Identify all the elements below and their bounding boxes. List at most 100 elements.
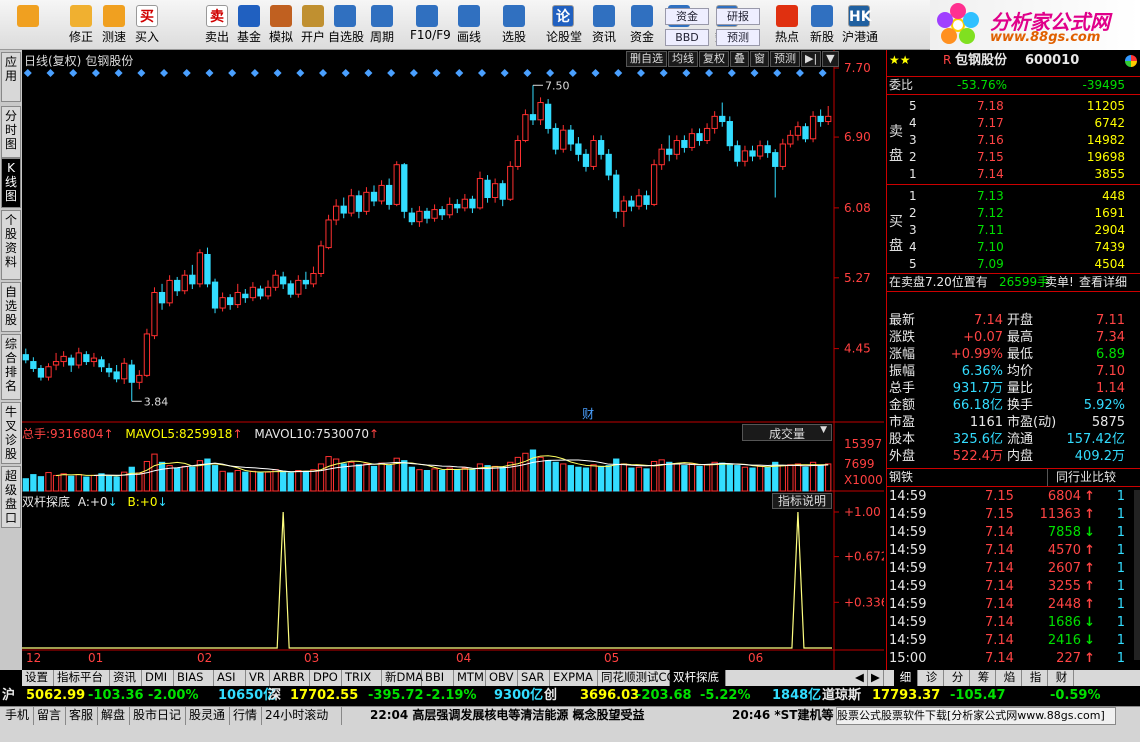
ask-level[interactable]: 3 7.16 14982 (887, 132, 1140, 149)
indicator-tab-11[interactable]: BBI (422, 670, 454, 686)
toolbar-screen-button[interactable]: 选股 (497, 3, 531, 47)
indicator-help-button[interactable]: 指标说明 (772, 493, 832, 509)
left-tab-0[interactable]: 应用 (1, 52, 21, 102)
quote-scrollbar[interactable] (1134, 490, 1140, 660)
toolbar-research-link[interactable]: 研报 (716, 8, 760, 25)
kline-chart-area[interactable]: 7.70 6.90 6.08 5.27 4.45 7.50 3.84 财 15397 7699 X1… (22, 50, 884, 670)
status-button-5[interactable]: 股灵通 (186, 707, 230, 725)
status-button-3[interactable]: 解盘 (98, 707, 130, 725)
toolbar-back-arrow-button[interactable] (6, 3, 50, 47)
bid-level[interactable]: 2 7.12 1691 (887, 205, 1140, 222)
status-button-0[interactable]: 手机 (2, 707, 34, 725)
left-tab-1[interactable]: 分时图 (1, 106, 21, 158)
status-button-4[interactable]: 股市日记 (130, 707, 186, 725)
status-button-1[interactable]: 留言 (34, 707, 66, 725)
toolbar-clock-button[interactable]: 周期 (365, 3, 399, 47)
toolbar-bbd-link[interactable]: BBD (665, 29, 709, 46)
toolbar-fire-button[interactable]: 热点 (770, 3, 804, 47)
collapse-icon[interactable]: ▶| (801, 51, 822, 67)
indicator-tab-0[interactable]: 设置 (22, 670, 54, 686)
bid-level[interactable]: 3 7.11 2904 (887, 222, 1140, 239)
tabs-left-arrow-icon[interactable]: ◀ (852, 670, 868, 686)
detail-tab-4[interactable]: 焰 (998, 670, 1022, 686)
left-tab-6[interactable]: 牛叉诊股 (1, 402, 21, 464)
ask-level[interactable]: 1 7.14 3855 (887, 166, 1140, 183)
toolbar-pencil-button[interactable]: 画线 (452, 3, 486, 47)
left-tab-7[interactable]: 超级盘口 (1, 466, 21, 528)
left-tab-3[interactable]: 个股资料 (1, 210, 21, 280)
indicator-tab-1[interactable]: 指标平台 (54, 670, 110, 686)
kline-chart-svg[interactable]: 7.70 6.90 6.08 5.27 4.45 7.50 3.84 财 15397 7699 X1… (22, 50, 884, 670)
indicator-tab-17[interactable]: 双杆探底 (670, 670, 726, 686)
toolbar-sell-button[interactable]: 卖卖出 (200, 3, 234, 47)
bid-level[interactable]: 1 7.13 448 (887, 188, 1140, 205)
toolbar-f10-button[interactable]: F10/F9 (410, 3, 451, 47)
toolbar-buy-button[interactable]: 买买入 (130, 3, 164, 47)
toolbar-forecast-link[interactable]: 预测 (716, 29, 760, 46)
industry-name[interactable]: 钢铁 (889, 469, 913, 486)
detail-tab-6[interactable]: 财 (1050, 670, 1074, 686)
toolbar-star-button[interactable]: 自选股 (328, 3, 364, 47)
financial-event-icon[interactable]: 财 (582, 407, 594, 421)
chart-button-5[interactable]: 预测 (770, 51, 800, 67)
favorite-star-icon[interactable]: ★★ (889, 52, 911, 69)
status-button-6[interactable]: 行情 (230, 707, 262, 725)
indicator-tab-3[interactable]: DMI (142, 670, 174, 686)
toolbar-fund-button[interactable]: 基金 (232, 3, 266, 47)
toolbar-new-stock-button[interactable]: 新股 (805, 3, 839, 47)
toolbar-up-down-arrow-button[interactable]: 修正 (64, 3, 98, 47)
dropdown-arrow-icon[interactable]: ▼ (822, 51, 839, 67)
chart-button-2[interactable]: 复权 (699, 51, 729, 67)
ask-level[interactable]: 4 7.17 6742 (887, 115, 1140, 132)
notice-detail-link[interactable]: 查看详细 (1079, 274, 1127, 291)
indicator-tab-13[interactable]: OBV (486, 670, 518, 686)
tabs-right-arrow-icon[interactable]: ▶ (868, 670, 884, 686)
toolbar-money-button[interactable]: 资金 (625, 3, 659, 47)
detail-tab-2[interactable]: 分 (946, 670, 970, 686)
indicator-tab-5[interactable]: ASI (214, 670, 246, 686)
bid-level[interactable]: 5 7.09 4504 (887, 256, 1140, 273)
indicator-tab-14[interactable]: SAR (518, 670, 550, 686)
toolbar-news-button[interactable]: 资讯 (587, 3, 621, 47)
status-button-2[interactable]: 客服 (66, 707, 98, 725)
indicator-tab-15[interactable]: EXPMA (550, 670, 598, 686)
chart-button-4[interactable]: 窗 (750, 51, 769, 67)
toolbar-hammer-button[interactable]: 模拟 (264, 3, 298, 47)
left-tab-2[interactable]: K线图 (1, 158, 21, 208)
ad-banner[interactable]: 股票公式股票软件下载[分析家公式网www.88gs.com] (836, 707, 1116, 725)
news-ticker-1[interactable]: 22:04 高层强调发展核电等清洁能源 概念股望受益 (370, 707, 645, 725)
indicator-tab-7[interactable]: ARBR (270, 670, 310, 686)
detail-tab-3[interactable]: 筹 (972, 670, 996, 686)
big-order-notice[interactable]: 在卖盘7.20位置有 26599手 卖单! 查看详细 (887, 273, 1140, 292)
indicator-tab-6[interactable]: VR (246, 670, 270, 686)
chart-button-0[interactable]: 删自选 (626, 51, 667, 67)
detail-tab-5[interactable]: 指 (1024, 670, 1048, 686)
industry-compare-button[interactable]: 同行业比较 (1047, 469, 1116, 486)
left-tab-4[interactable]: 自选股 (1, 282, 21, 332)
toolbar-speed-button[interactable]: 测速 (97, 3, 131, 47)
detail-tab-0[interactable]: 细 (894, 670, 918, 686)
ask-level[interactable]: 5 7.18 11205 (887, 98, 1140, 115)
left-tab-5[interactable]: 综合排名 (1, 334, 21, 400)
toolbar-forum-button[interactable]: 论论股堂 (546, 3, 582, 47)
chart-button-1[interactable]: 均线 (668, 51, 698, 67)
toolbar-hk-button[interactable]: HK 沪港通 (842, 3, 878, 47)
indicator-tab-9[interactable]: TRIX (342, 670, 382, 686)
chart-ball-icon[interactable] (1125, 55, 1137, 67)
date-tick-label: 05 (604, 651, 619, 665)
bid-level[interactable]: 4 7.10 7439 (887, 239, 1140, 256)
ask-level[interactable]: 2 7.15 19698 (887, 149, 1140, 166)
indicator-tab-16[interactable]: 同花顺测试CCC (598, 670, 683, 686)
indicator-tab-12[interactable]: MTM (454, 670, 486, 686)
indicator-tab-2[interactable]: 资讯 (110, 670, 142, 686)
toolbar-money-link[interactable]: 资金 (665, 8, 709, 25)
indicator-tab-10[interactable]: 新DMA (382, 670, 423, 686)
indicator-tab-8[interactable]: DPO (310, 670, 342, 686)
status-button-7[interactable]: 24小时滚动 (262, 707, 342, 725)
indicator-tab-4[interactable]: BIAS (174, 670, 214, 686)
chart-button-3[interactable]: 叠 (730, 51, 749, 67)
volume-indicator-dropdown[interactable]: 成交量 ▼ (742, 424, 832, 441)
toolbar-lock-button[interactable]: 开户 (296, 3, 330, 47)
news-ticker-2[interactable]: 20:46 *ST建机等 (732, 707, 833, 725)
detail-tab-1[interactable]: 诊 (920, 670, 944, 686)
